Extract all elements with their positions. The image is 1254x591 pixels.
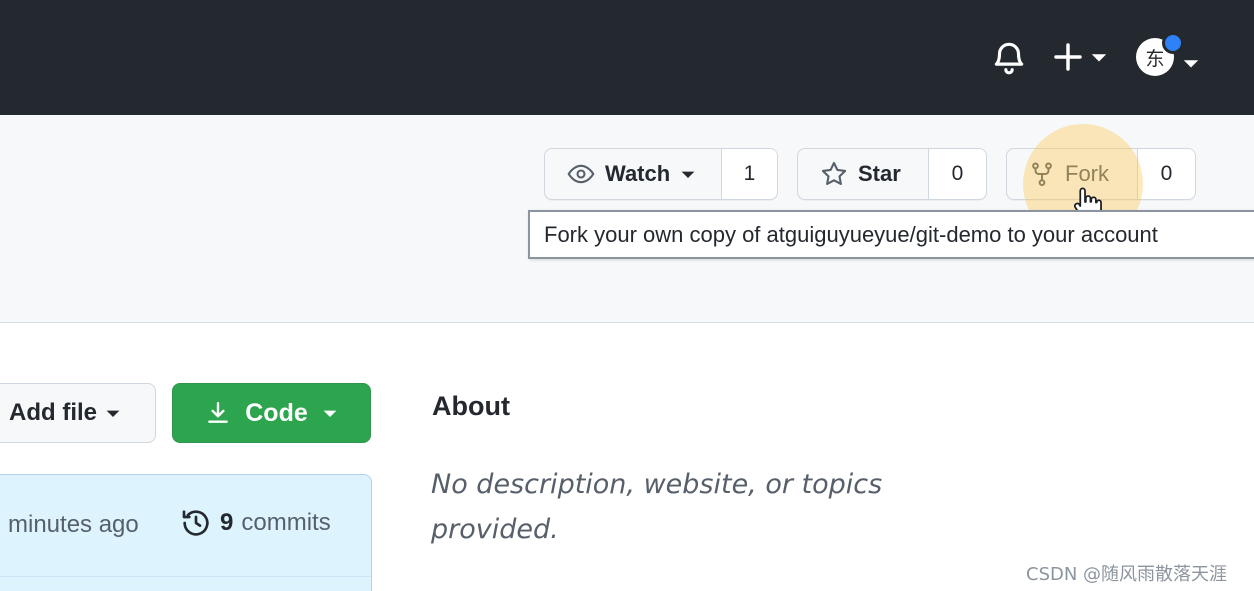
add-file-label: Add file	[9, 399, 97, 426]
watermark: CSDN @随风雨散落天涯	[1026, 564, 1228, 585]
fork-count[interactable]: 0	[1137, 149, 1195, 199]
watch-count[interactable]: 1	[721, 149, 777, 199]
about-title: About	[432, 391, 510, 421]
caret-down-icon	[681, 171, 695, 178]
notification-dot	[1162, 32, 1184, 54]
add-file-button[interactable]: Add file	[0, 383, 156, 443]
fork-button-group: Fork 0	[1006, 148, 1196, 200]
caret-down-icon	[106, 410, 120, 417]
watch-label: Watch	[605, 161, 671, 186]
star-count[interactable]: 0	[928, 149, 986, 199]
watch-button-group: Watch 1	[544, 148, 778, 200]
create-new-menu[interactable]	[1052, 38, 1108, 76]
star-button-group: Star 0	[797, 148, 987, 200]
top-header: 东	[0, 0, 1254, 115]
watch-button[interactable]: Watch	[545, 149, 721, 199]
bell-icon[interactable]	[990, 38, 1028, 76]
eye-icon	[567, 164, 595, 184]
caret-down-icon	[1183, 60, 1199, 68]
commits-link[interactable]: 9 commits	[180, 507, 331, 539]
caret-down-icon	[1091, 54, 1107, 62]
code-label: Code	[245, 398, 308, 427]
commits-label: commits	[241, 509, 331, 536]
star-icon	[821, 161, 847, 185]
user-menu[interactable]: 东	[1132, 30, 1202, 84]
commits-count: 9	[220, 509, 234, 536]
caret-down-icon	[323, 410, 337, 417]
about-description: No description, website, or topics provi…	[431, 469, 883, 545]
fork-button[interactable]: Fork	[1007, 149, 1137, 199]
plus-icon	[1054, 43, 1082, 71]
fork-label: Fork	[1065, 161, 1109, 186]
fork-icon	[1032, 162, 1052, 187]
history-icon	[182, 510, 209, 536]
star-label: Star	[858, 161, 901, 186]
code-button[interactable]: Code	[172, 383, 371, 443]
fork-tooltip: Fork your own copy of atguiguyueyue/git-…	[528, 210, 1254, 259]
commit-box-divider	[0, 576, 371, 577]
commit-time: minutes ago	[8, 511, 139, 538]
download-icon	[208, 402, 229, 423]
star-button[interactable]: Star	[798, 149, 928, 199]
